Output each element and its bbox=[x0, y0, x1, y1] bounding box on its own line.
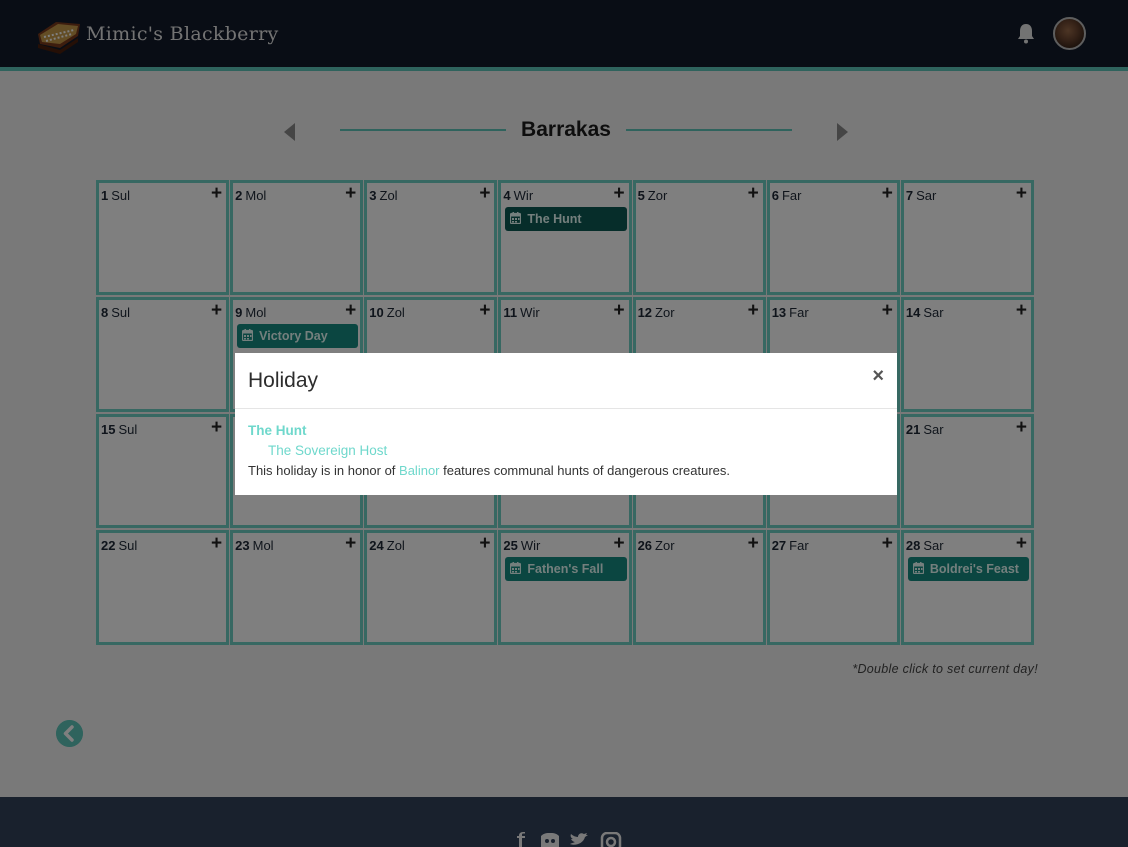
holiday-name-link[interactable]: The Hunt bbox=[248, 423, 884, 443]
holiday-modal: Holiday × The Hunt The Sovereign Host Th… bbox=[235, 353, 897, 495]
modal-title: Holiday bbox=[248, 369, 319, 392]
modal-body: The Hunt The Sovereign Host This holiday… bbox=[235, 409, 897, 478]
description-text-end: features communal hunts of dangerous cre… bbox=[439, 463, 730, 478]
deity-group-link[interactable]: The Sovereign Host bbox=[268, 443, 884, 463]
holiday-description: This holiday is in honor of Balinor feat… bbox=[248, 463, 884, 478]
close-button[interactable]: × bbox=[872, 365, 884, 388]
deity-link[interactable]: Balinor bbox=[399, 463, 439, 478]
modal-header: Holiday × bbox=[235, 353, 897, 409]
description-text: This holiday is in honor of bbox=[248, 463, 400, 478]
